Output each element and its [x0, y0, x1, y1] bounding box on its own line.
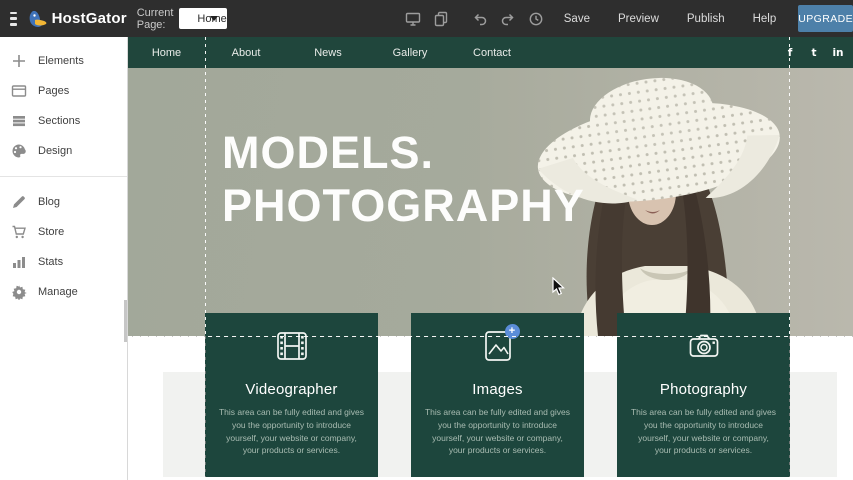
sidebar-group-manage: Blog Store Stats: [0, 177, 127, 307]
current-page-label: Current Page:: [137, 7, 174, 31]
camera-icon: [686, 329, 722, 363]
card-photography[interactable]: Photography This area can be fully edite…: [617, 313, 790, 477]
sidebar-item-label: Design: [38, 145, 72, 157]
sidebar-item-stats[interactable]: Stats: [0, 247, 127, 277]
redo-icon[interactable]: [500, 11, 516, 27]
pages-icon: [11, 83, 27, 99]
hostgator-gator-icon: [27, 8, 49, 30]
facebook-icon[interactable]: f: [778, 47, 802, 59]
site-canvas: Home About News Gallery Contact f t in: [128, 37, 853, 480]
card-title[interactable]: Videographer: [205, 381, 378, 398]
sections-icon: [11, 113, 27, 129]
card-images[interactable]: + Images This area can be fully edited a…: [411, 313, 584, 477]
feature-cards-row: Videographer This area can be fully edit…: [205, 313, 790, 477]
card-body-text[interactable]: This area can be fully edited and gives …: [218, 406, 365, 457]
hero-section[interactable]: MODELS. PHOTOGRAPHY: [128, 68, 853, 336]
site-nav-about[interactable]: About: [205, 47, 287, 59]
hostgator-logo: HostGator: [27, 8, 127, 30]
save-button[interactable]: Save: [564, 13, 590, 25]
sidebar-item-design[interactable]: Design: [0, 136, 127, 166]
hero-title[interactable]: MODELS. PHOTOGRAPHY: [222, 126, 585, 232]
desktop-icon[interactable]: [405, 11, 421, 27]
hero-title-line1: MODELS.: [222, 126, 585, 179]
sidebar-item-elements[interactable]: Elements: [0, 46, 127, 76]
sidebar-item-sections[interactable]: Sections: [0, 106, 127, 136]
site-nav-news[interactable]: News: [287, 47, 369, 59]
gear-icon: [11, 284, 27, 300]
sidebar-item-label: Sections: [38, 115, 80, 127]
left-sidebar: Elements Pages Sections: [0, 37, 128, 480]
cart-icon: [11, 224, 27, 240]
mobile-preview-icon[interactable]: [433, 11, 449, 27]
card-title[interactable]: Photography: [617, 381, 790, 398]
hero-title-line2: PHOTOGRAPHY: [222, 179, 585, 232]
linkedin-icon[interactable]: in: [826, 47, 850, 59]
sidebar-item-blog[interactable]: Blog: [0, 187, 127, 217]
film-icon: [274, 329, 310, 363]
pencil-icon: [11, 194, 27, 210]
brand-name: HostGator: [52, 10, 127, 27]
card-icon-wrap: [686, 329, 722, 363]
site-nav-gallery[interactable]: Gallery: [369, 47, 451, 59]
site-nav-home[interactable]: Home: [128, 47, 205, 59]
sidebar-item-label: Elements: [38, 55, 84, 67]
card-body-text[interactable]: This area can be fully edited and gives …: [424, 406, 571, 457]
palette-icon: [11, 143, 27, 159]
chevron-down-icon: [210, 16, 218, 21]
bar-chart-icon: [11, 254, 27, 270]
card-videographer[interactable]: Videographer This area can be fully edit…: [205, 313, 378, 477]
sidebar-item-label: Pages: [38, 85, 69, 97]
sidebar-item-manage[interactable]: Manage: [0, 277, 127, 307]
top-toolbar: HostGator Current Page: Home: [0, 0, 853, 37]
builder-window: HostGator Current Page: Home: [0, 0, 853, 480]
upgrade-button[interactable]: UPGRADE: [798, 5, 853, 32]
publish-button[interactable]: Publish: [687, 13, 725, 25]
preview-button[interactable]: Preview: [618, 13, 659, 25]
undo-icon[interactable]: [472, 11, 488, 27]
sidebar-item-label: Blog: [38, 196, 60, 208]
twitter-icon[interactable]: t: [802, 47, 826, 59]
sidebar-item-store[interactable]: Store: [0, 217, 127, 247]
sidebar-scrollbar[interactable]: [124, 300, 127, 342]
toolbar-icon-group: [399, 11, 550, 27]
sidebar-item-pages[interactable]: Pages: [0, 76, 127, 106]
sidebar-item-label: Stats: [38, 256, 63, 268]
hamburger-icon[interactable]: [10, 12, 17, 26]
card-icon-wrap: +: [480, 329, 516, 363]
help-button[interactable]: Help: [753, 13, 777, 25]
card-icon-wrap: [274, 329, 310, 363]
sidebar-item-label: Manage: [38, 286, 78, 298]
page-select-dropdown[interactable]: Home: [179, 8, 226, 29]
history-icon[interactable]: [528, 11, 544, 27]
add-image-plus-icon[interactable]: +: [505, 324, 520, 339]
sidebar-group-build: Elements Pages Sections: [0, 37, 127, 166]
social-icons: f t in: [778, 37, 850, 68]
plus-icon: [11, 53, 27, 69]
card-title[interactable]: Images: [411, 381, 584, 398]
sidebar-item-label: Store: [38, 226, 64, 238]
site-navbar: Home About News Gallery Contact f t in: [128, 37, 853, 68]
card-body-text[interactable]: This area can be fully edited and gives …: [630, 406, 777, 457]
site-nav-contact[interactable]: Contact: [451, 47, 533, 59]
